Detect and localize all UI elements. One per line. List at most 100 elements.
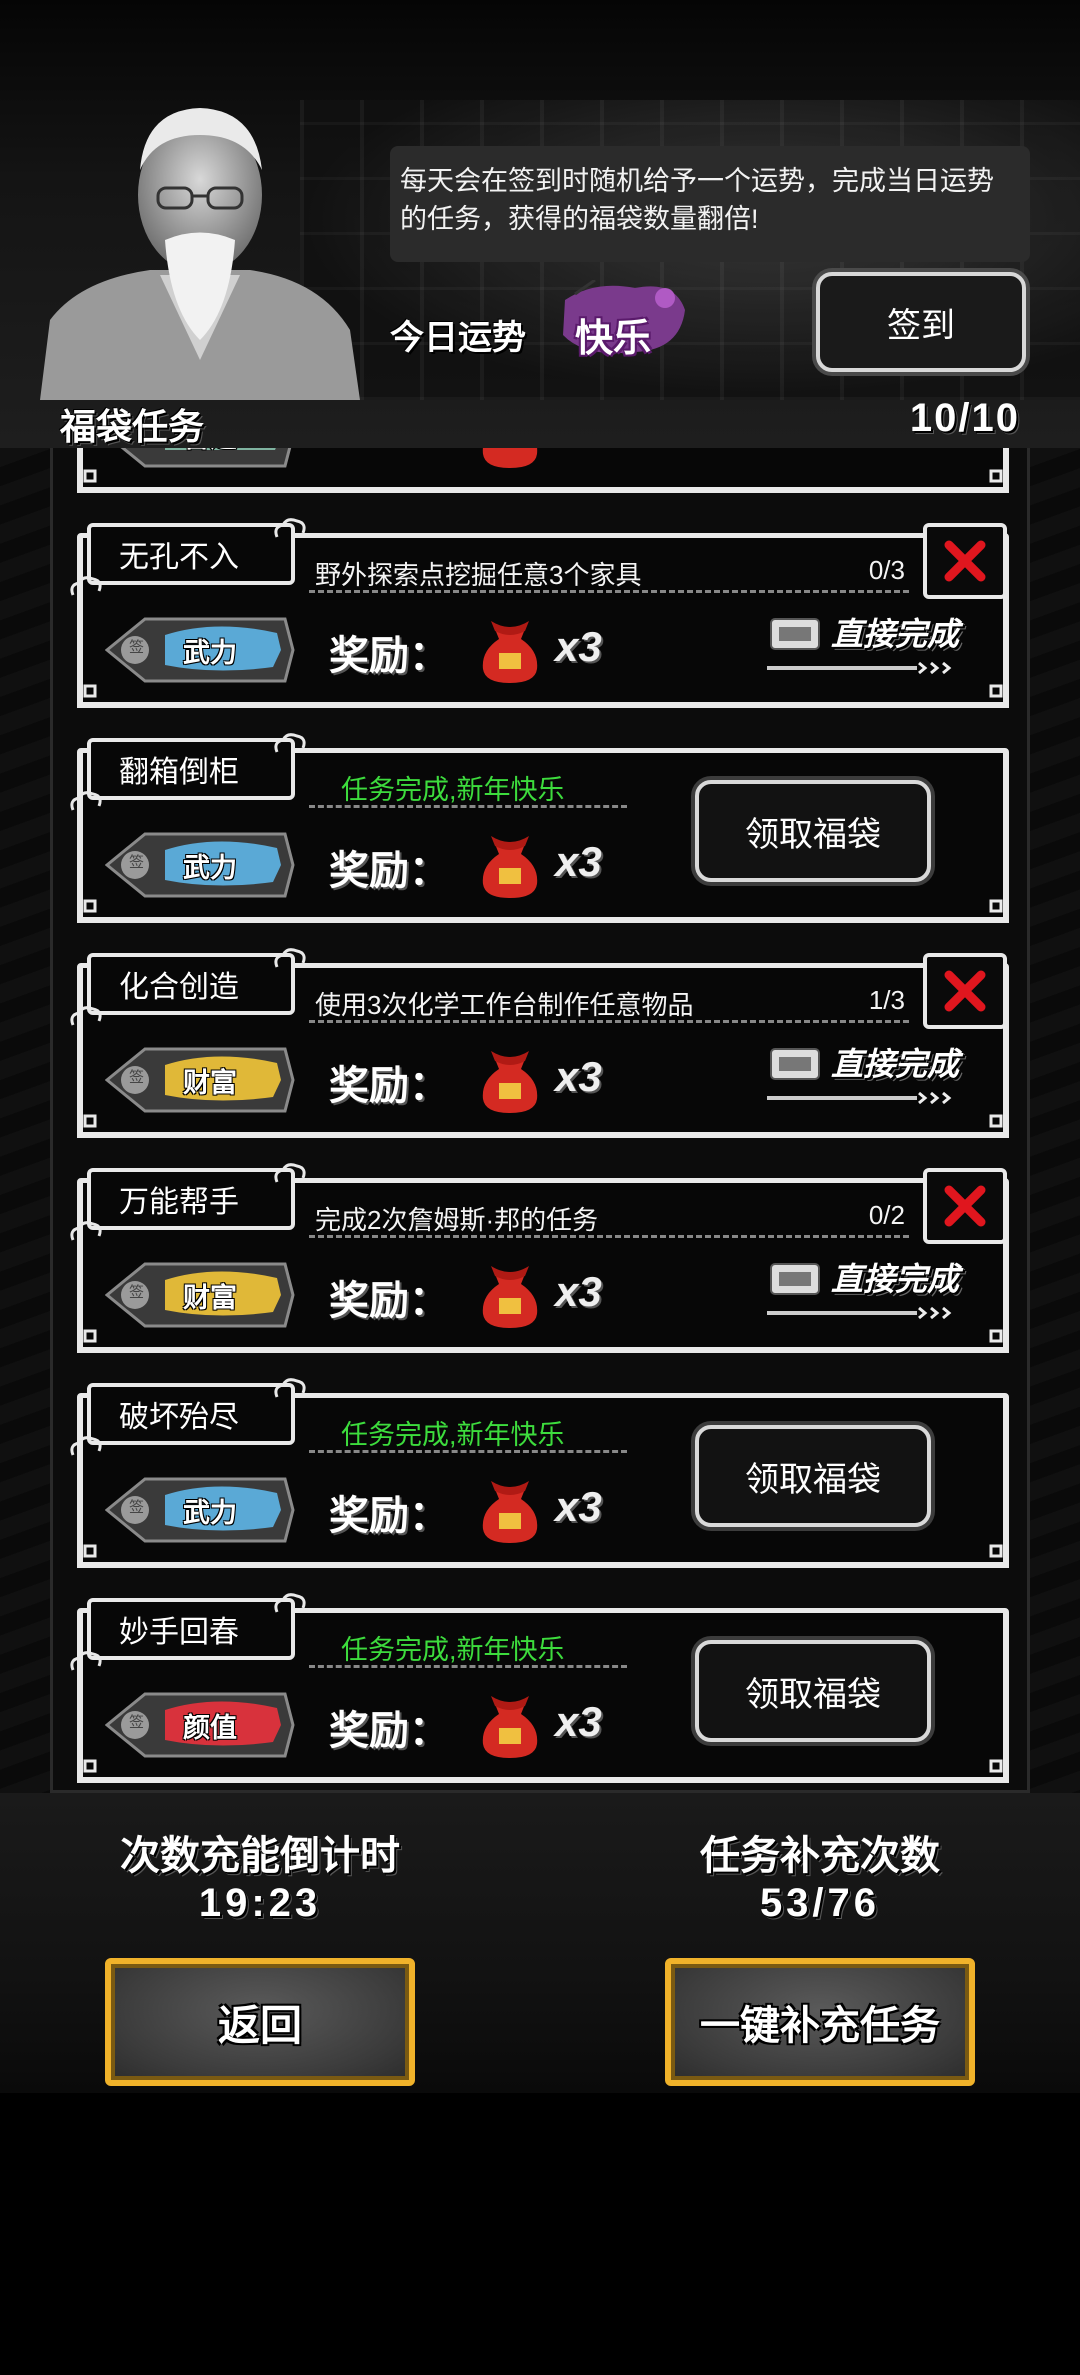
abandon-task-button[interactable] (923, 523, 1007, 599)
claim-bag-button[interactable]: 领取福袋 (695, 1640, 931, 1742)
ticket-icon (770, 618, 820, 650)
arrows-icon (767, 1306, 952, 1320)
tag-label: 武力 (183, 1498, 237, 1528)
cloud-deco-icon (274, 1593, 306, 1613)
refill-all-button-label: 一键补充任务 (700, 2004, 940, 2048)
fortune-label: 今日运势 (390, 319, 526, 357)
close-x-icon (944, 970, 986, 1012)
sign-char: 签 (129, 639, 145, 656)
reward-label: 奖励： (329, 1494, 449, 1538)
right-side-decoration (1030, 448, 1080, 1793)
tag-label: 武力 (183, 853, 237, 883)
reward-label: 奖励： (329, 1709, 449, 1753)
speech-bubble: 每天会在签到时随机给予一个运势，完成当日运势的任务，获得的福袋数量翻倍! (390, 146, 1030, 262)
abandon-task-button[interactable] (923, 953, 1007, 1029)
signin-button[interactable]: 签到 (816, 272, 1026, 372)
header: 每天会在签到时随机给予一个运势，完成当日运势的任务，获得的福袋数量翻倍! 今日运… (0, 0, 1080, 448)
reward-label: 奖励： (329, 849, 449, 893)
direct-complete-button[interactable]: 直接完成 (767, 1035, 977, 1125)
cloud-deco-icon (70, 1436, 102, 1456)
sign-char: 签 (129, 1499, 145, 1516)
task-name: 翻箱倒柜 (87, 738, 295, 800)
cloud-deco-icon (274, 1163, 306, 1183)
cloud-deco-icon (70, 576, 102, 596)
corner-deco-icon (975, 1540, 1009, 1568)
claim-bag-label: 领取福袋 (745, 1675, 881, 1714)
task-card: 化合创造 使用3次化学工作台制作任意物品 1/3 签 财富 奖励： x3 直接完成 (70, 948, 1009, 1143)
ticket-icon (770, 1263, 820, 1295)
fortune-value: 快乐 (575, 318, 652, 360)
close-x-icon (944, 540, 986, 582)
bottom-panel: 次数充能倒计时 19:23 任务补充次数 53/76 返回 一键补充任务 (0, 1793, 1080, 2093)
reward-quantity: x3 (555, 838, 602, 885)
arrows-icon (767, 1091, 952, 1105)
claim-bag-button[interactable]: 领取福袋 (695, 780, 931, 882)
tag-label: 财富 (183, 1283, 237, 1313)
task-name: 化合创造 (87, 953, 295, 1015)
task-card: 破坏殆尽 任务完成,新年快乐签 武力 奖励： x3 领取福袋 (70, 1378, 1009, 1573)
direct-complete-button[interactable]: 直接完成 (767, 605, 977, 695)
task-card: 万能帮手 完成2次詹姆斯·邦的任务 0/2 签 财富 奖励： x3 直接完成 (70, 1163, 1009, 1358)
corner-deco-icon (975, 1755, 1009, 1783)
task-card: 无孔不入 野外探索点挖掘任意3个家具 0/3 签 武力 奖励： x3 直接完成 (70, 518, 1009, 713)
cloud-deco-icon (274, 948, 306, 968)
cloud-deco-icon (70, 791, 102, 811)
direct-complete-button[interactable]: 直接完成 (767, 1250, 977, 1340)
reward-label: 奖励： (329, 1064, 449, 1108)
task-description: 完成2次詹姆斯·邦的任务 0/2 (309, 1188, 909, 1238)
task-card-partial: 普通 (77, 448, 1009, 498)
direct-complete-label: 直接完成 (831, 1261, 960, 1297)
sign-char: 签 (129, 1714, 145, 1731)
countdown-value: 19:23 (198, 1881, 322, 1925)
tag-label: 财富 (183, 1068, 237, 1098)
ticket-icon (770, 1048, 820, 1080)
lucky-bag-icon (482, 1266, 538, 1328)
back-button-label: 返回 (217, 2001, 302, 2049)
abandon-task-button[interactable] (923, 1168, 1007, 1244)
reward-quantity: x3 (555, 623, 602, 670)
refill-count-value: 53/76 (759, 1881, 881, 1925)
task-progress: 1/3 (868, 985, 905, 1015)
task-name: 妙手回春 (87, 1598, 295, 1660)
task-progress: 0/3 (868, 555, 905, 585)
task-name: 无孔不入 (87, 523, 295, 585)
lucky-bag-icon (482, 448, 538, 468)
back-button[interactable]: 返回 (105, 1958, 415, 2086)
corner-deco-icon (975, 895, 1009, 923)
task-description-text: 使用3次化学工作台制作任意物品 (315, 990, 694, 1020)
tag-label: 普通 (160, 448, 260, 455)
arrows-icon (767, 661, 952, 675)
refill-count-label: 任务补充次数 (700, 1834, 940, 1878)
cloud-deco-icon (70, 1221, 102, 1241)
elder-portrait (40, 108, 360, 400)
reward-label: 奖励： (329, 634, 449, 678)
reward-quantity: x3 (555, 1698, 602, 1745)
corner-deco-icon (975, 680, 1009, 708)
sign-char: 签 (129, 854, 145, 871)
cloud-deco-icon (274, 1378, 306, 1398)
task-description-text: 野外探索点挖掘任意3个家具 (315, 560, 642, 590)
sign-char: 签 (129, 1284, 145, 1301)
task-progress: 0/2 (868, 1200, 905, 1230)
task-count: 10/10 (909, 396, 1020, 440)
lucky-bag-icon (482, 621, 538, 683)
lucky-bag-icon (482, 1481, 538, 1543)
task-name: 万能帮手 (87, 1168, 295, 1230)
task-name: 破坏殆尽 (87, 1383, 295, 1445)
task-complete-text: 任务完成,新年快乐 (309, 1403, 627, 1453)
refill-all-button[interactable]: 一键补充任务 (665, 1958, 975, 2086)
task-description: 使用3次化学工作台制作任意物品 1/3 (309, 973, 909, 1023)
task-list[interactable]: 普通 无孔不入野外探索点挖掘任意3个家具0/3签武力奖励：x3直接完成翻箱倒柜任… (50, 448, 1030, 1793)
cloud-deco-icon (70, 1651, 102, 1671)
task-card: 翻箱倒柜 任务完成,新年快乐签 武力 奖励： x3 领取福袋 (70, 733, 1009, 928)
reward-quantity: x3 (555, 1483, 602, 1530)
corner-deco-icon (975, 1325, 1009, 1353)
reward-quantity: x3 (555, 1268, 602, 1315)
corner-deco-icon (975, 465, 1009, 493)
claim-bag-button[interactable]: 领取福袋 (695, 1425, 931, 1527)
claim-bag-label: 领取福袋 (745, 815, 881, 854)
task-description: 野外探索点挖掘任意3个家具 0/3 (309, 543, 909, 593)
task-complete-text: 任务完成,新年快乐 (309, 1618, 627, 1668)
direct-complete-label: 直接完成 (831, 616, 960, 652)
direct-complete-label: 直接完成 (831, 1046, 960, 1082)
